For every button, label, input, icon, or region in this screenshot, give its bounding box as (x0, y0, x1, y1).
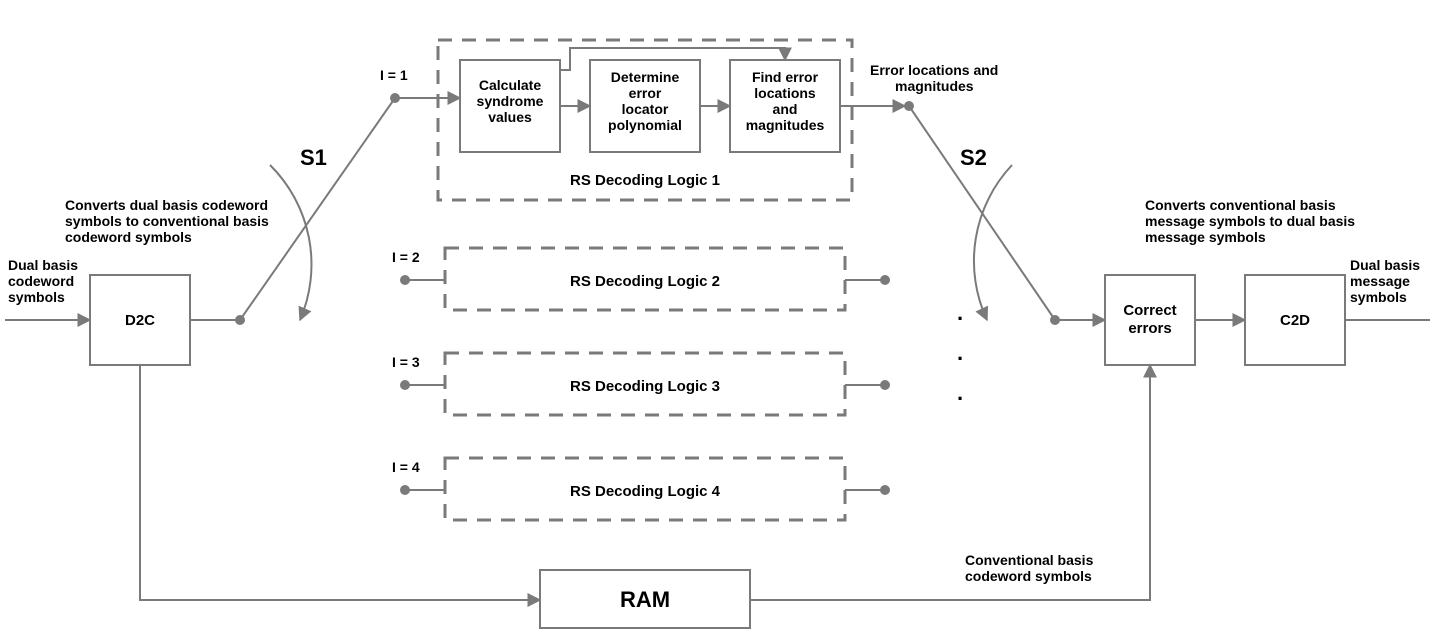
logic1-step3-l4: magnitudes (746, 117, 825, 133)
d2c-desc-l2: symbols to conventional basis (65, 213, 269, 229)
logic1-step3-l1: Find error (752, 69, 819, 85)
logic1-step2-l2: error (629, 85, 662, 101)
logic1-step2-l3: locator (622, 101, 669, 117)
output-label-l3: symbols (1350, 289, 1407, 305)
logic1-step3-l3: and (773, 101, 798, 117)
idx3-label: I = 3 (392, 354, 420, 370)
idx4-label: I = 4 (392, 459, 420, 475)
d2c-desc-l1: Converts dual basis codeword (65, 197, 268, 213)
d2c-desc-l3: codeword symbols (65, 229, 192, 245)
s2-arc (974, 165, 1012, 320)
c2d-desc-l3: message symbols (1145, 229, 1266, 245)
s2-label: S2 (960, 145, 987, 170)
idx1-label: I = 1 (380, 67, 408, 83)
ellipsis-dot3: . (957, 380, 963, 405)
s2-pos3-terminal (880, 380, 890, 390)
s1-arc (270, 165, 311, 320)
logic1-step2-l4: polynomial (608, 117, 682, 133)
logic1-title: RS Decoding Logic 1 (570, 172, 720, 189)
s2-wiper (909, 106, 1055, 320)
idx2-label: I = 2 (392, 249, 420, 265)
s2-pos4-terminal (880, 485, 890, 495)
input-label-l2: codeword (8, 273, 74, 289)
c2d-title: C2D (1280, 312, 1310, 329)
ram-label-l2: codeword symbols (965, 568, 1092, 584)
diagram-canvas: Dual basis codeword symbols D2C Converts… (0, 0, 1435, 644)
ellipsis-dot1: . (957, 300, 963, 325)
correct-errors-l2: errors (1128, 320, 1171, 337)
logic1-step1-l1: Calculate (479, 77, 541, 93)
ram-label-l1: Conventional basis (965, 552, 1094, 568)
logic3-title: RS Decoding Logic 3 (570, 378, 720, 395)
logic4-title: RS Decoding Logic 4 (570, 483, 721, 500)
c2d-desc-l1: Converts conventional basis (1145, 197, 1336, 213)
err-label-l1: Error locations and (870, 62, 998, 78)
ellipsis-dot2: . (957, 340, 963, 365)
output-label-l1: Dual basis (1350, 257, 1420, 273)
logic1-step3-l2: locations (754, 85, 816, 101)
input-label-l3: symbols (8, 289, 65, 305)
logic2-title: RS Decoding Logic 2 (570, 273, 720, 290)
err-label-l2: magnitudes (895, 78, 974, 94)
s1-label: S1 (300, 145, 327, 170)
d2c-to-ram (140, 365, 540, 600)
logic1-step1-l2: syndrome (477, 93, 544, 109)
c2d-desc-l2: message symbols to dual basis (1145, 213, 1355, 229)
input-label-l1: Dual basis (8, 257, 78, 273)
s2-pos2-terminal (880, 275, 890, 285)
d2c-title: D2C (125, 312, 155, 329)
logic1-step1-l3: values (488, 109, 532, 125)
correct-errors-l1: Correct (1123, 302, 1176, 319)
output-label-l2: message (1350, 273, 1410, 289)
logic1-step2-l1: Determine (611, 69, 680, 85)
ram-title: RAM (620, 587, 670, 612)
